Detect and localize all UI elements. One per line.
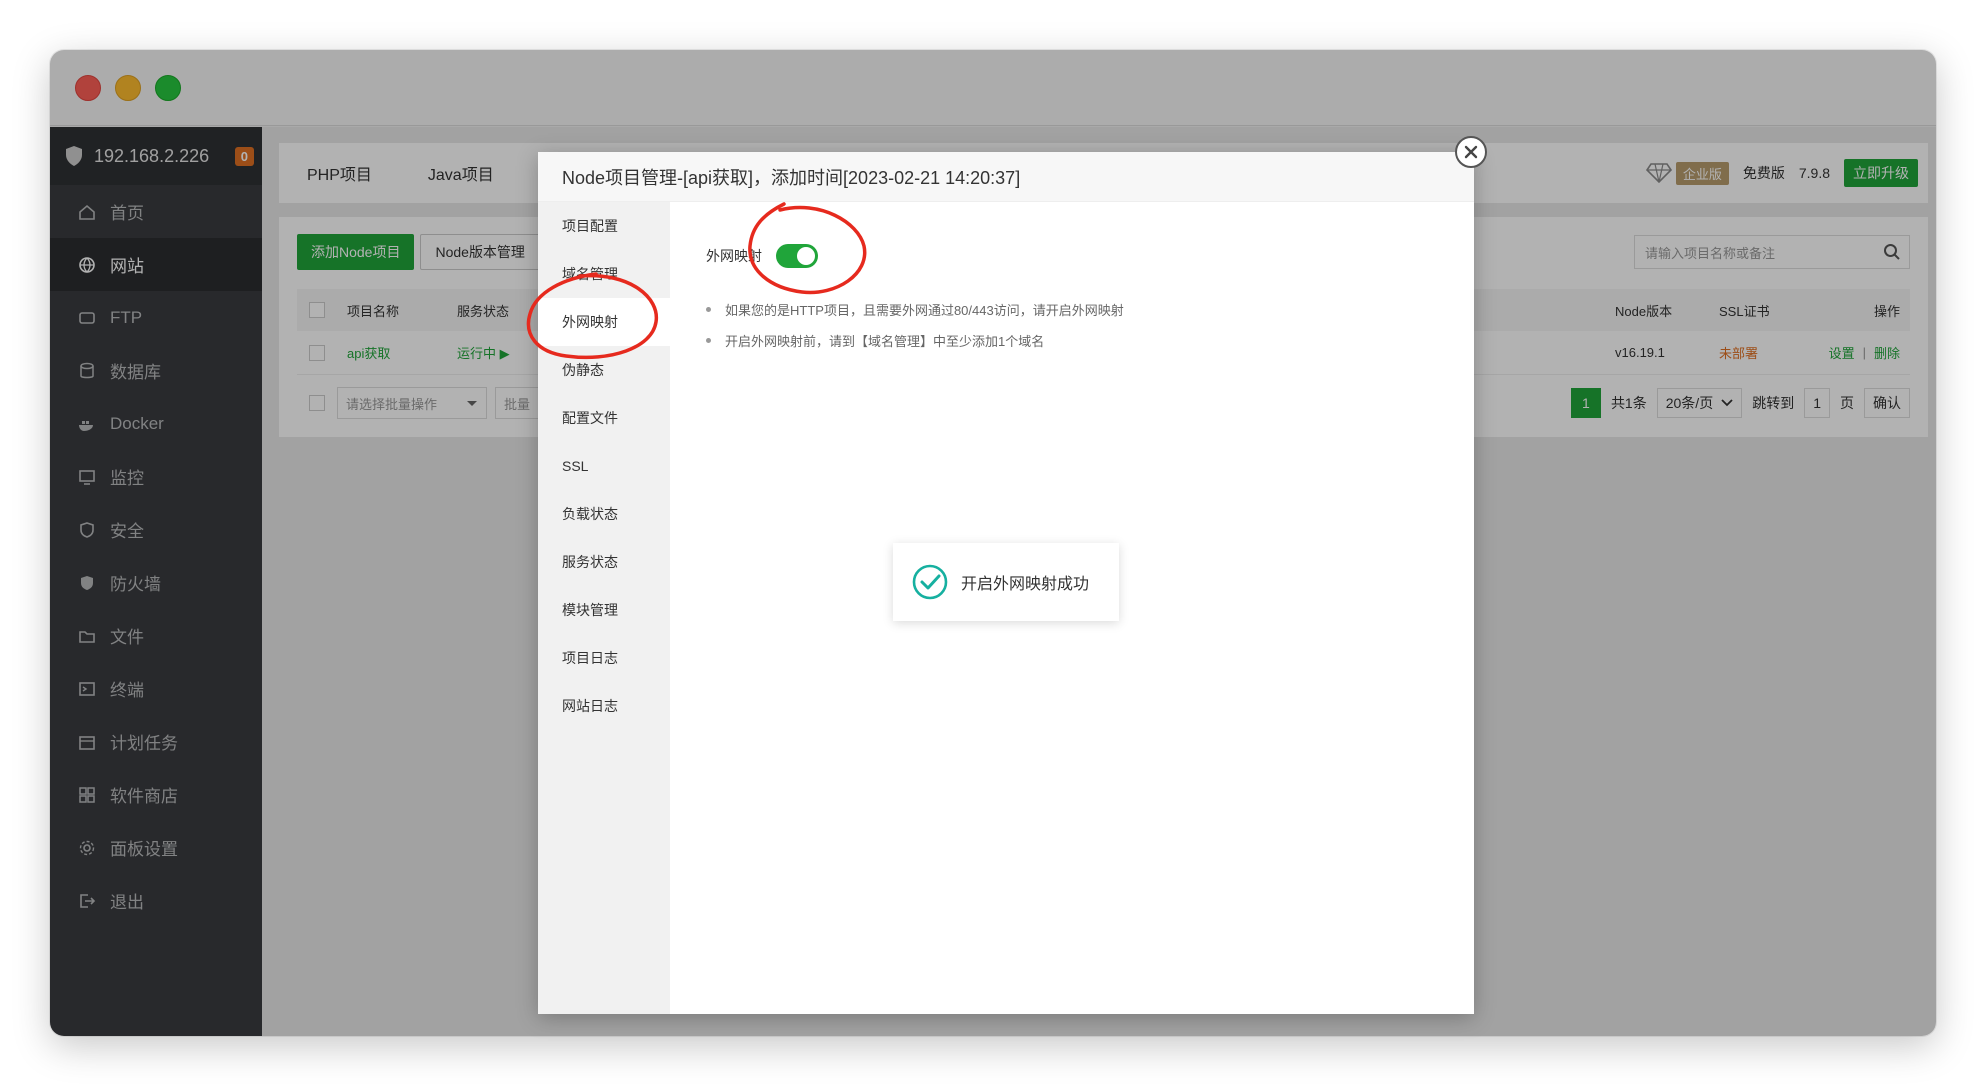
modal-nav-item-4[interactable]: 配置文件 (538, 394, 670, 442)
external-mapping-toggle[interactable] (776, 244, 818, 268)
modal-close-button[interactable] (1455, 136, 1487, 168)
modal-nav-item-1[interactable]: 域名管理 (538, 250, 670, 298)
modal-nav-item-0[interactable]: 项目配置 (538, 202, 670, 250)
success-toast: 开启外网映射成功 (893, 543, 1119, 621)
modal-nav: 项目配置 域名管理 外网映射 伪静态 配置文件 SSL 负载状态 服务状态 模块管理 项目日志 网站… (538, 202, 670, 1014)
modal-nav-item-8[interactable]: 模块管理 (538, 586, 670, 634)
modal-nav-item-2[interactable]: 外网映射 (538, 298, 670, 346)
tip-item: 开启外网映射前，请到【域名管理】中至少添加1个域名 (706, 331, 1124, 350)
close-icon (1464, 145, 1478, 159)
modal-nav-item-6[interactable]: 负载状态 (538, 490, 670, 538)
check-circle-icon (912, 564, 948, 600)
modal-nav-item-3[interactable]: 伪静态 (538, 346, 670, 394)
modal-nav-item-5[interactable]: SSL (538, 442, 670, 490)
modal-nav-item-9[interactable]: 项目日志 (538, 634, 670, 682)
modal-title: Node项目管理-[api获取]，添加时间[2023-02-21 14:20:3… (538, 152, 1474, 202)
external-mapping-label: 外网映射 (706, 248, 762, 264)
toggle-knob (797, 247, 815, 265)
toast-message: 开启外网映射成功 (961, 576, 1090, 593)
tip-item: 如果您的是HTTP项目，且需要外网通过80/443访问，请开启外网映射 (706, 300, 1124, 319)
tips-list: 如果您的是HTTP项目，且需要外网通过80/443访问，请开启外网映射 开启外网… (706, 300, 1124, 362)
external-mapping-row: 外网映射 (706, 244, 818, 268)
modal-nav-item-10[interactable]: 网站日志 (538, 682, 670, 730)
modal-nav-item-7[interactable]: 服务状态 (538, 538, 670, 586)
